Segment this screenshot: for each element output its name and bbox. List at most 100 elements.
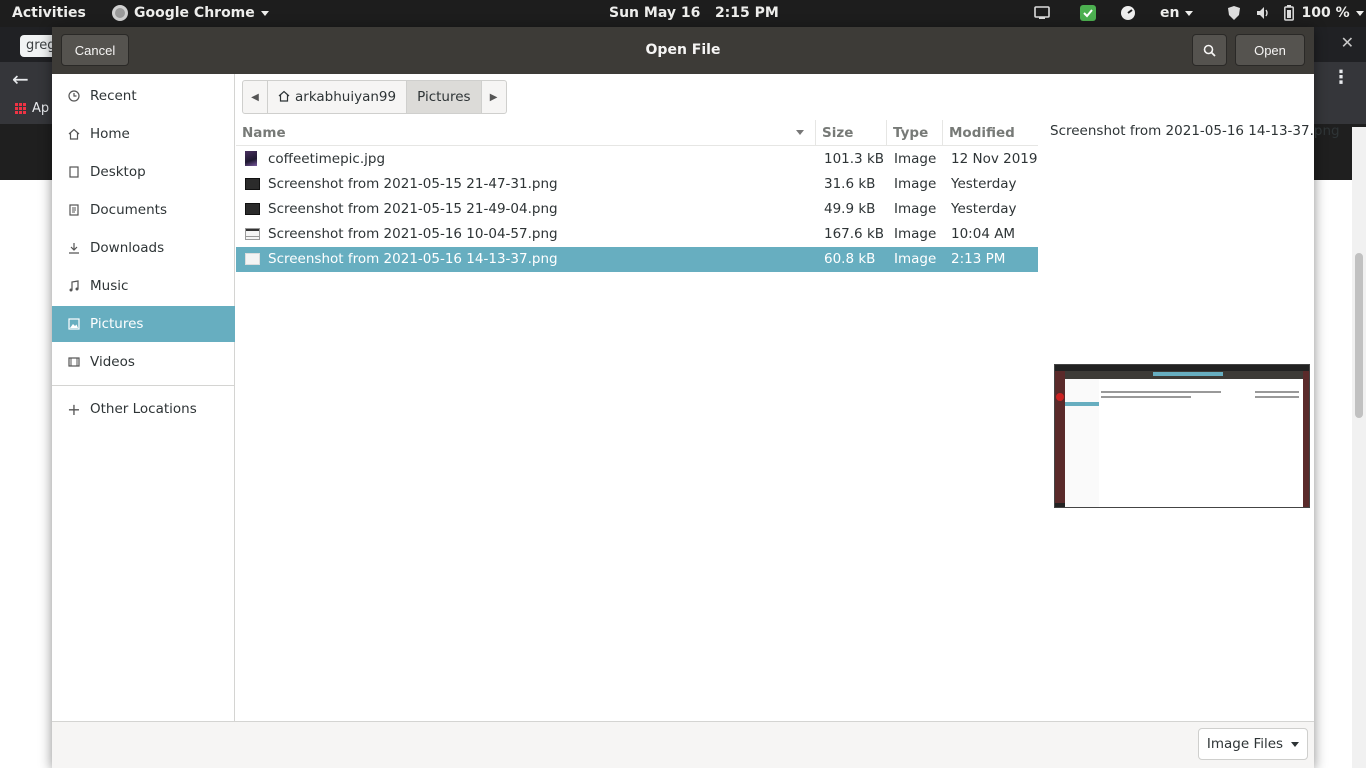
search-button[interactable] (1192, 34, 1227, 66)
column-divider (942, 120, 943, 146)
image-thumbnail-icon (245, 178, 260, 190)
open-file-dialog: Cancel Open File Open Recent Home Deskto… (52, 27, 1340, 768)
sidebar-item-music[interactable]: Music (52, 268, 235, 304)
sidebar-item-downloads[interactable]: Downloads (52, 230, 235, 266)
file-row[interactable]: coffeetimepic.jpg 101.3 kB Image 12 Nov … (236, 147, 1038, 172)
file-name: Screenshot from 2021-05-15 21-49-04.png (268, 201, 558, 217)
battery-icon[interactable] (1283, 4, 1295, 22)
file-name: Screenshot from 2021-05-15 21-47-31.png (268, 176, 558, 192)
app-menu[interactable]: Google Chrome (112, 5, 269, 21)
apps-bookmark[interactable]: Ap (15, 101, 49, 116)
close-icon[interactable]: ✕ (1341, 33, 1354, 52)
file-name: coffeetimepic.jpg (268, 151, 386, 167)
file-size: 101.3 kB (824, 151, 885, 167)
more-menu-icon[interactable]: ⋮ (1332, 67, 1350, 88)
path-forward-button[interactable]: ▶ (480, 80, 507, 114)
activities-button[interactable]: Activities (12, 5, 86, 21)
sidebar-item-label: Music (90, 278, 129, 294)
file-modified: 2:13 PM (951, 251, 1006, 267)
file-size: 167.6 kB (824, 226, 885, 242)
volume-icon[interactable] (1255, 4, 1271, 22)
sidebar-item-desktop[interactable]: Desktop (52, 154, 235, 190)
chevron-right-icon: ▶ (489, 91, 498, 103)
sort-descending-icon (796, 130, 804, 135)
file-modified: 10:04 AM (951, 226, 1016, 242)
video-icon (67, 355, 81, 369)
sidebar-item-label: Videos (90, 354, 135, 370)
sidebar-item-label: Desktop (90, 164, 146, 180)
chevron-down-icon (260, 10, 269, 16)
file-size: 60.8 kB (824, 251, 876, 267)
sidebar-item-label: Home (90, 126, 130, 142)
search-icon (1203, 44, 1216, 57)
language-indicator[interactable]: en (1160, 5, 1179, 21)
clock-icon (67, 89, 81, 103)
sidebar-item-label: Recent (90, 88, 137, 104)
shield-icon[interactable] (1227, 4, 1241, 22)
path-segment-label: arkabhuiyan99 (295, 89, 397, 105)
file-type: Image (894, 251, 937, 267)
speedometer-icon[interactable] (1120, 4, 1136, 22)
path-bar: ◀ arkabhuiyan99 Pictures ▶ (242, 80, 507, 114)
home-icon (278, 90, 290, 105)
sidebar-item-videos[interactable]: Videos (52, 344, 235, 380)
file-type: Image (894, 151, 937, 167)
file-row[interactable]: Screenshot from 2021-05-16 10-04-57.png … (236, 222, 1038, 247)
file-name: Screenshot from 2021-05-16 14-13-37.png (268, 251, 558, 267)
sidebar-divider (52, 385, 235, 386)
file-row[interactable]: Screenshot from 2021-05-15 21-49-04.png … (236, 197, 1038, 222)
file-name: Screenshot from 2021-05-16 10-04-57.png (268, 226, 558, 242)
file-size: 49.9 kB (824, 201, 876, 217)
column-name-header[interactable]: Name (242, 125, 286, 141)
screen-icon[interactable] (1034, 4, 1050, 22)
chrome-app-icon (112, 5, 128, 21)
file-row[interactable]: Screenshot from 2021-05-15 21-47-31.png … (236, 172, 1038, 197)
open-button[interactable]: Open (1235, 34, 1305, 66)
dialog-headerbar: Cancel Open File Open (52, 27, 1314, 74)
desktop-icon (67, 165, 81, 179)
sidebar-item-other-locations[interactable]: + Other Locations (52, 391, 235, 427)
column-divider (886, 120, 887, 146)
file-modified: 12 Nov 2019 (951, 151, 1038, 167)
file-row-selected[interactable]: Screenshot from 2021-05-16 14-13-37.png … (236, 247, 1038, 272)
music-icon (67, 279, 81, 293)
image-thumbnail-icon (245, 228, 260, 240)
sidebar-item-label: Documents (90, 202, 167, 218)
filter-label: Image Files (1206, 736, 1284, 752)
gnome-top-bar: Activities Google Chrome Sun May 16 2:15… (0, 0, 1366, 27)
document-icon (67, 203, 81, 217)
picture-icon (67, 317, 81, 331)
dialog-title: Open File (645, 42, 721, 58)
path-back-button[interactable]: ◀ (242, 80, 268, 114)
file-type: Image (894, 201, 937, 217)
preview-filename: Screenshot from 2021-05-16 14-13-37.png (1050, 123, 1340, 139)
chrome-scrollbar[interactable] (1352, 127, 1366, 768)
image-thumbnail-icon (245, 203, 260, 215)
path-segment-home[interactable]: arkabhuiyan99 (267, 80, 408, 114)
file-modified: Yesterday (951, 201, 1017, 217)
shield-check-icon[interactable] (1080, 4, 1096, 22)
clock[interactable]: Sun May 16 2:15 PM (609, 5, 779, 21)
plus-icon: + (67, 399, 81, 419)
sidebar-item-recent[interactable]: Recent (52, 78, 235, 114)
sidebar-item-label: Pictures (90, 316, 144, 332)
home-icon (67, 127, 81, 141)
column-type-header[interactable]: Type (893, 125, 928, 141)
back-arrow-icon[interactable]: ← (12, 67, 29, 91)
sidebar-item-home[interactable]: Home (52, 116, 235, 152)
sidebar-item-pictures[interactable]: Pictures (52, 306, 235, 342)
scrollbar-thumb[interactable] (1355, 253, 1363, 418)
chevron-down-icon (1355, 10, 1364, 16)
image-thumbnail-icon (245, 253, 260, 265)
file-type-filter-dropdown[interactable]: Image Files (1198, 728, 1308, 760)
system-tray[interactable]: en 100 % (1034, 4, 1364, 22)
column-size-header[interactable]: Size (822, 125, 853, 141)
path-segment-pictures[interactable]: Pictures (406, 80, 482, 114)
apps-bookmark-label: Ap (32, 101, 50, 116)
column-modified-header[interactable]: Modified (949, 125, 1015, 141)
dialog-footer: Image Files (52, 721, 1314, 768)
apps-grid-icon (15, 103, 26, 114)
preview-thumbnail (1054, 364, 1310, 508)
battery-percent: 100 % (1301, 5, 1350, 21)
sidebar-item-documents[interactable]: Documents (52, 192, 235, 228)
